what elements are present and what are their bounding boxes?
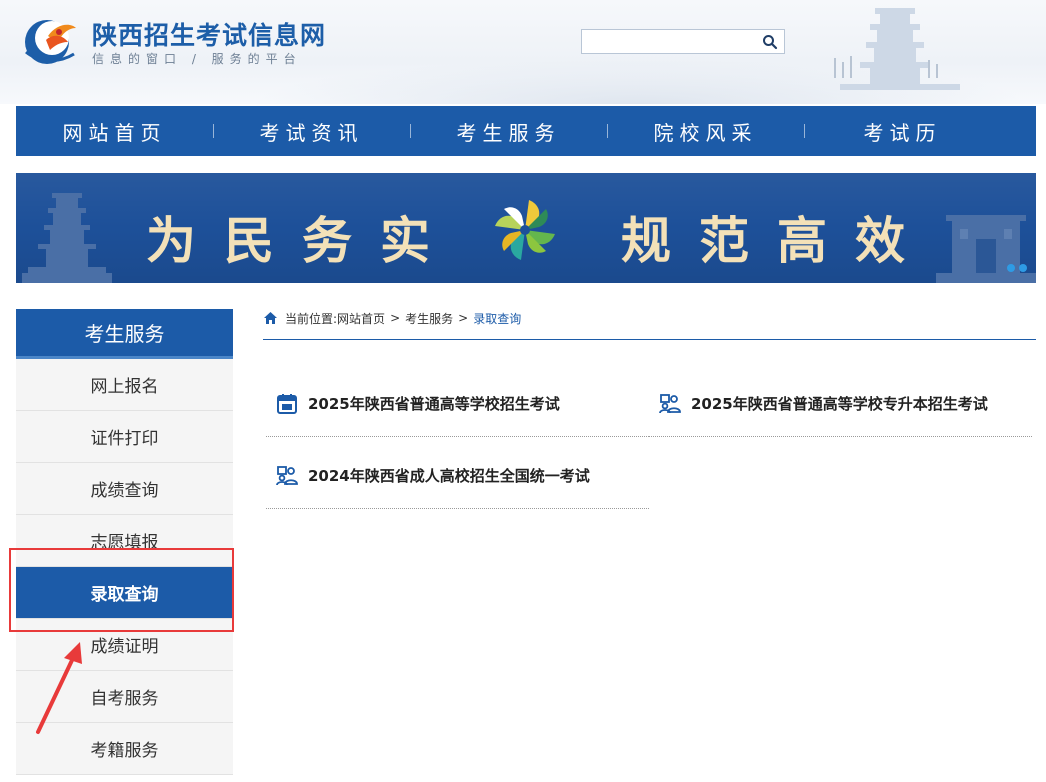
list-item[interactable]: 2025年陕西省普通高等学校招生考试	[266, 371, 649, 437]
sidebar-item-self-study-services[interactable]: 自考服务	[16, 671, 233, 723]
nav-item-home[interactable]: 网站首页	[16, 106, 213, 156]
site-slogan: 信息的窗口 / 服务的平台	[92, 52, 302, 66]
calendar-icon	[277, 393, 297, 414]
nav-item-exam-calendar[interactable]: 考试历	[804, 106, 1001, 156]
banner-pager-dot[interactable]	[1007, 264, 1015, 272]
list-item[interactable]: 2025年陕西省普通高等学校专升本招生考试	[649, 371, 1032, 437]
sidebar-item-score-query[interactable]: 成绩查询	[16, 463, 233, 515]
breadcrumb-separator: >	[390, 311, 401, 325]
sidebar-item-student-records[interactable]: 考籍服务	[16, 723, 233, 775]
pinwheel-emblem-icon	[495, 200, 555, 260]
dove-logo-icon[interactable]	[18, 12, 80, 68]
sidebar-title: 考生服务	[16, 309, 233, 359]
site-header: 陕西招生考试信息网 信息的窗口 / 服务的平台	[0, 0, 1046, 104]
breadcrumb-divider	[263, 339, 1036, 340]
banner-pager-dot[interactable]	[1019, 264, 1027, 272]
home-icon	[264, 312, 277, 324]
sidebar-item-id-print[interactable]: 证件打印	[16, 411, 233, 463]
main-nav: 网站首页 考试资讯 考生服务 院校风采 考试历	[16, 106, 1036, 156]
entry-title[interactable]: 2025年陕西省普通高等学校招生考试	[308, 393, 560, 414]
search-icon[interactable]	[762, 34, 778, 50]
entry-title[interactable]: 2025年陕西省普通高等学校专升本招生考试	[691, 393, 988, 414]
hero-banner: 为民务实 规范高效	[16, 173, 1036, 283]
search-input[interactable]	[586, 32, 756, 51]
search-box	[581, 29, 785, 54]
breadcrumb-separator: >	[458, 311, 469, 325]
list-item[interactable]: 2024年陕西省成人高校招生全国统一考试	[266, 443, 649, 509]
pagoda-decoration-icon	[834, 8, 960, 90]
breadcrumb-prefix: 当前位置:	[285, 311, 338, 326]
sidebar-item-application[interactable]: 志愿填报	[16, 515, 233, 567]
nav-item-college-showcase[interactable]: 院校风采	[607, 106, 804, 156]
pagoda-icon	[22, 193, 112, 283]
nav-item-student-services[interactable]: 考生服务	[410, 106, 607, 156]
breadcrumb-current[interactable]: 录取查询	[473, 310, 521, 327]
students-icon	[659, 393, 681, 413]
students-icon	[276, 465, 298, 485]
site-title[interactable]: 陕西招生考试信息网	[92, 16, 326, 52]
sidebar-item-online-registration[interactable]: 网上报名	[16, 359, 233, 411]
sidebar: 考生服务 网上报名 证件打印 成绩查询 志愿填报 录取查询 成绩证明 自考服务 …	[16, 309, 233, 775]
entry-title[interactable]: 2024年陕西省成人高校招生全国统一考试	[308, 465, 590, 486]
banner-slogan-left: 为民务实	[146, 211, 458, 270]
sidebar-item-admission-query[interactable]: 录取查询	[16, 567, 233, 619]
breadcrumb-link-student-services[interactable]: 考生服务	[405, 310, 453, 327]
breadcrumb: 当前位置: 网站首页 > 考生服务 > 录取查询	[263, 308, 521, 328]
nav-item-exam-news[interactable]: 考试资讯	[213, 106, 410, 156]
banner-slogan-right: 规范高效	[621, 211, 933, 270]
sidebar-item-score-certificate[interactable]: 成绩证明	[16, 619, 233, 671]
breadcrumb-link-home[interactable]: 网站首页	[337, 310, 385, 327]
